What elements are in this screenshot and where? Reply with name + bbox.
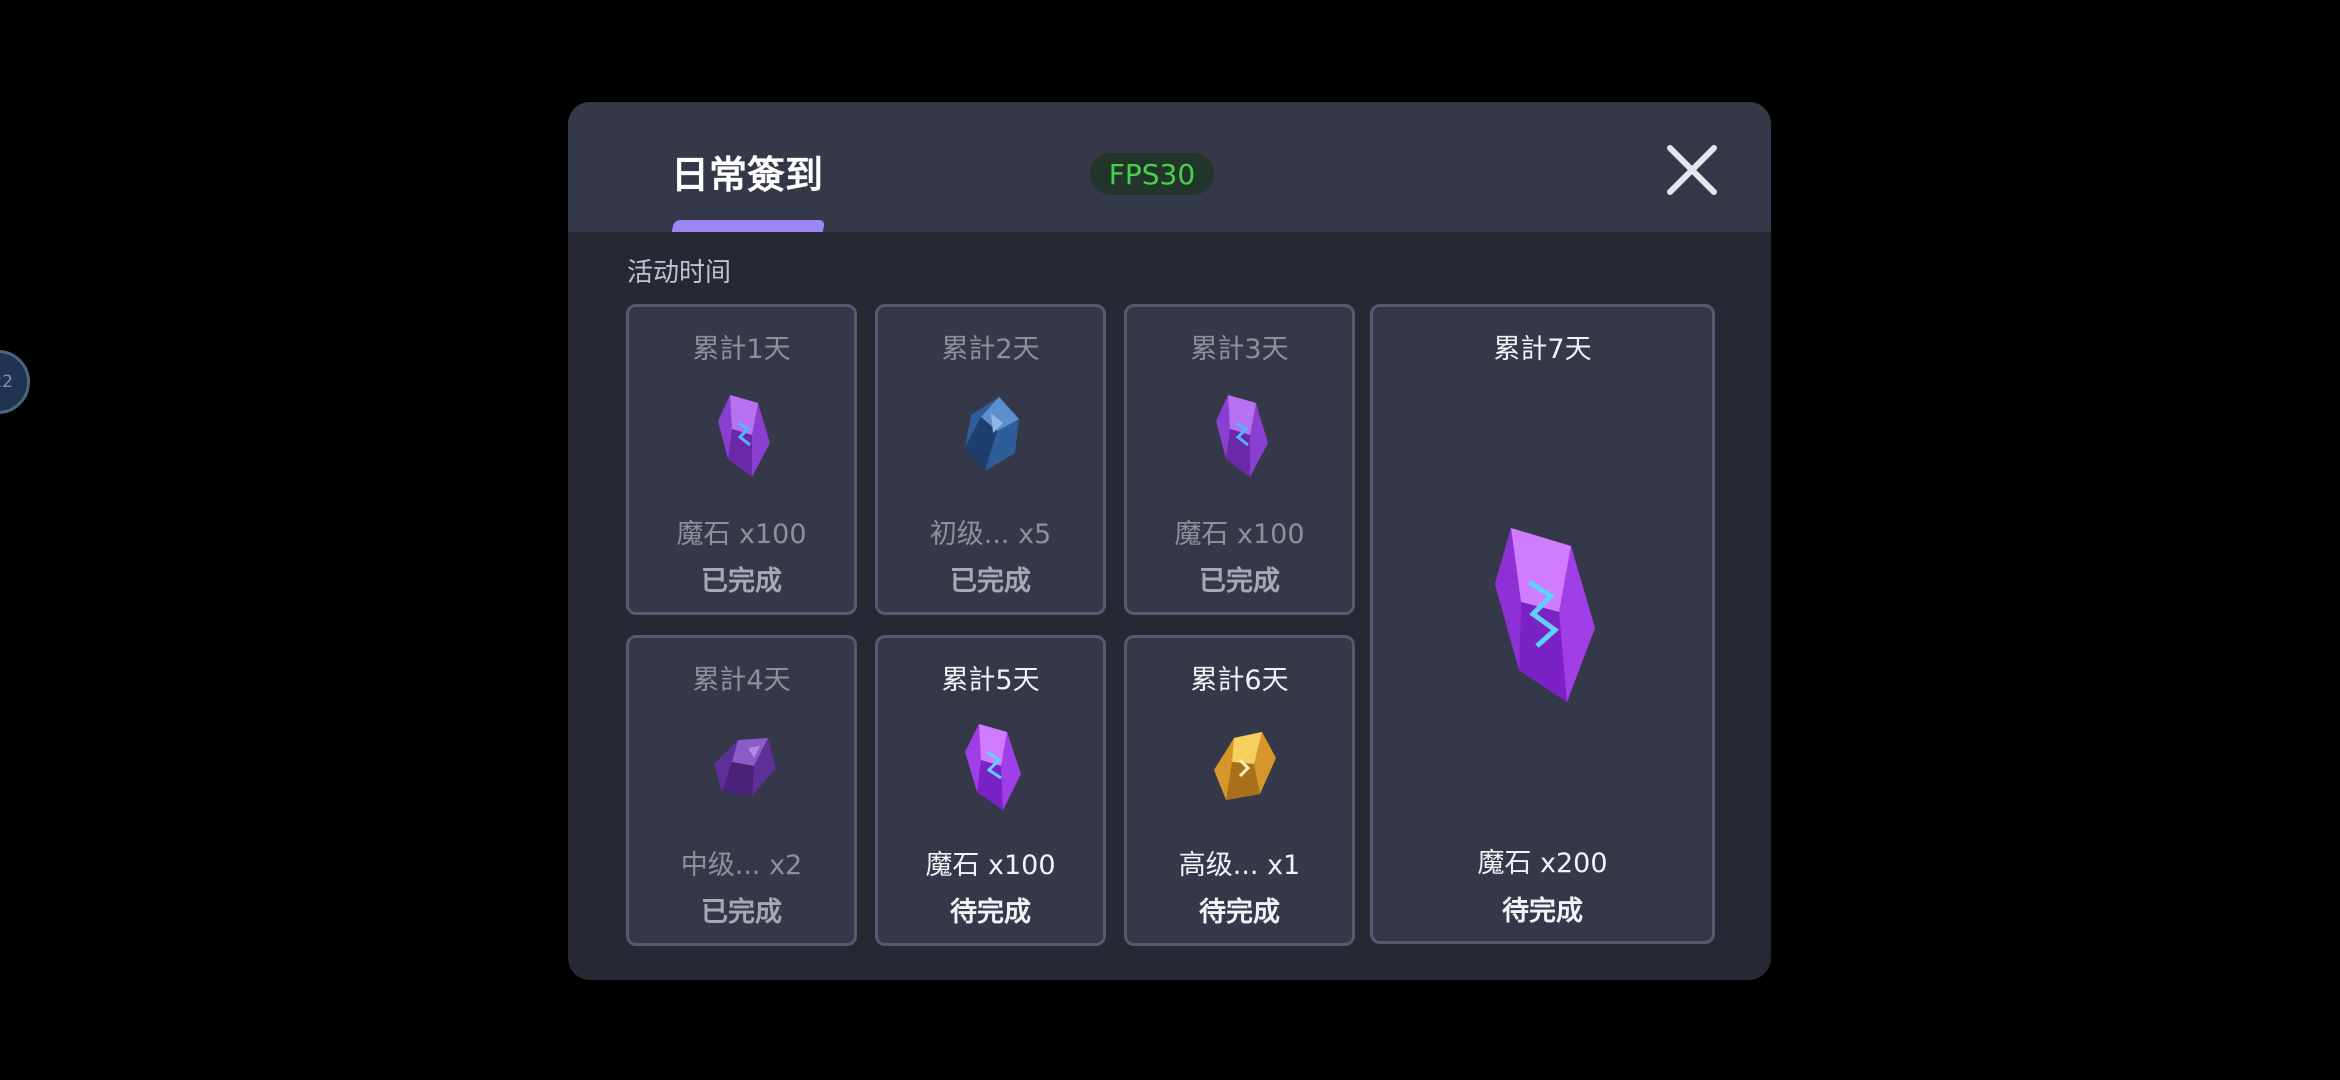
reward-status: 待完成 [1502,896,1583,927]
reward-item-label: 魔石 x100 [925,850,1056,881]
reward-card-day-4[interactable]: 累計4天 中级... x2 已完成 [626,635,857,946]
blue-crystal-icon [964,397,1019,471]
reward-status: 已完成 [701,897,782,928]
fps-badge: FPS30 [1090,153,1214,195]
reward-item-label: 魔石 x200 [1477,848,1608,879]
reward-item-label: 初级... x5 [929,519,1052,550]
close-icon[interactable] [1662,140,1722,200]
reward-day-label: 累計1天 [692,334,791,365]
gold-crystal-icon [1213,732,1276,800]
violet-crystal-icon [713,738,776,796]
reward-day-label: 累計6天 [1190,665,1289,696]
daily-checkin-dialog: 日常簽到 FPS30 活动时间 累計1天 魔石 x100 已完成 累計2天 初级… [568,102,1771,980]
reward-day-label: 累計3天 [1190,334,1289,365]
purple-crystal-icon [1215,395,1268,477]
reward-card-day-2[interactable]: 累計2天 初级... x5 已完成 [875,304,1106,615]
reward-status: 待完成 [1199,897,1280,928]
reward-card-day-1[interactable]: 累計1天 魔石 x100 已完成 [626,304,857,615]
purple-crystal-icon [1494,528,1595,702]
reward-day-label: 累計4天 [692,665,791,696]
reward-item-label: 魔石 x100 [1174,519,1305,550]
reward-item-label: 高级... x1 [1178,850,1301,881]
dialog-header: 日常簽到 FPS30 [568,102,1771,232]
tab-daily-checkin[interactable]: 日常簽到 [671,144,823,199]
reward-status: 已完成 [950,566,1031,597]
reward-day-label: 累計7天 [1493,334,1592,365]
reward-card-day-5[interactable]: 累計5天 魔石 x100 待完成 [875,635,1106,946]
reward-status: 待完成 [950,897,1031,928]
reward-day-label: 累計2天 [941,334,1040,365]
floating-assist-bubble[interactable]: 22 [0,350,30,414]
reward-card-day-6[interactable]: 累計6天 高级... x1 待完成 [1124,635,1355,946]
purple-crystal-icon [717,395,770,477]
floating-bubble-label: 22 [0,372,13,392]
purple-crystal-icon [964,724,1021,810]
reward-status: 已完成 [1199,566,1280,597]
reward-item-label: 魔石 x100 [676,519,807,550]
reward-status: 已完成 [701,566,782,597]
reward-card-day-3[interactable]: 累計3天 魔石 x100 已完成 [1124,304,1355,615]
reward-day-label: 累計5天 [941,665,1040,696]
activity-time-label: 活动时间 [627,258,732,288]
reward-card-day-7[interactable]: 累計7天 魔石 x200 待完成 [1370,304,1715,944]
tab-active-indicator [671,220,826,232]
reward-item-label: 中级... x2 [680,850,803,881]
